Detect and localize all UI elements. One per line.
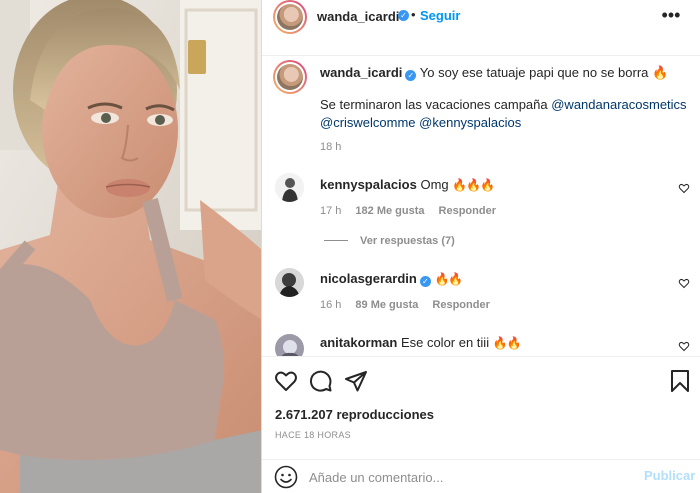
- caption-line2-text: Se terminaron las vacaciones campaña: [320, 97, 552, 112]
- caption-body: Yo soy ese tatuaje papi que no se borra: [419, 65, 649, 80]
- replies-line: [324, 240, 348, 241]
- post-header: wanda_icardi ✓ • Seguir •••: [262, 0, 700, 56]
- comment-likes[interactable]: 182 Me gusta: [355, 205, 424, 217]
- like-comment-heart-icon[interactable]: [678, 340, 690, 352]
- fire-emoji: 🔥🔥🔥: [452, 178, 495, 192]
- add-comment-bar: Publicar: [262, 459, 700, 493]
- like-comment-heart-icon[interactable]: [678, 277, 690, 289]
- comment-text-line: nicolasgerardin ✓ 🔥🔥: [320, 271, 463, 287]
- mention-link[interactable]: @kennyspalacios: [419, 115, 521, 130]
- mention-link[interactable]: @criswelcomme: [320, 115, 416, 130]
- comment-text-line: anitakorman Ese color en tiii 🔥🔥: [320, 335, 522, 350]
- comment-input[interactable]: [309, 467, 629, 487]
- commenter-avatar[interactable]: [275, 334, 304, 356]
- post-media[interactable]: [0, 0, 262, 493]
- more-options-icon[interactable]: •••: [658, 4, 684, 26]
- heart-icon[interactable]: [274, 369, 298, 393]
- commenter-avatar[interactable]: [275, 173, 304, 202]
- comment-likes[interactable]: 89 Me gusta: [355, 299, 418, 311]
- separator-dot: •: [411, 7, 416, 22]
- caption-line-2: Se terminaron las vacaciones campaña @wa…: [320, 96, 690, 132]
- comment-body: Ese color en tiii: [400, 335, 490, 350]
- caption-time[interactable]: 18 h: [320, 141, 341, 153]
- emoji-icon[interactable]: [274, 465, 298, 489]
- view-replies-button[interactable]: Ver respuestas (7): [324, 235, 455, 247]
- commenter-avatar[interactable]: [275, 268, 304, 297]
- comment-text-line: kennyspalacios Omg 🔥🔥🔥: [320, 177, 495, 192]
- reply-button[interactable]: Responder: [439, 205, 496, 217]
- caption-username[interactable]: wanda_icardi: [320, 65, 402, 80]
- verified-badge-icon: ✓: [398, 10, 409, 21]
- post-time-ago[interactable]: HACE 18 HORAS: [275, 430, 351, 440]
- comment-meta: 16 h 89 Me gusta Responder: [320, 299, 490, 311]
- fire-emoji: 🔥: [652, 65, 669, 80]
- profile-avatar[interactable]: [273, 0, 307, 34]
- fire-emoji: 🔥🔥: [492, 336, 522, 350]
- reply-button[interactable]: Responder: [432, 299, 489, 311]
- verified-badge-icon: ✓: [419, 276, 431, 287]
- comment-time[interactable]: 17 h: [320, 205, 341, 217]
- commenter-username[interactable]: anitakorman: [320, 335, 397, 350]
- fire-emoji: 🔥🔥: [434, 272, 463, 286]
- caption-text: wanda_icardi ✓ Yo soy ese tatuaje papi qu…: [320, 64, 680, 82]
- share-icon[interactable]: [344, 369, 368, 393]
- like-comment-heart-icon[interactable]: [678, 182, 690, 194]
- comments-section[interactable]: wanda_icardi ✓ Yo soy ese tatuaje papi qu…: [262, 56, 700, 356]
- commenter-username[interactable]: nicolasgerardin: [320, 271, 417, 286]
- caption-avatar[interactable]: [273, 60, 307, 94]
- caption: wanda_icardi ✓ Yo soy ese tatuaje papi qu…: [262, 56, 700, 156]
- publish-button[interactable]: Publicar: [644, 468, 695, 483]
- comment-meta: 17 h 182 Me gusta Responder: [320, 205, 496, 217]
- header-username[interactable]: wanda_icardi: [317, 9, 399, 24]
- bookmark-icon[interactable]: [668, 369, 692, 393]
- verified-badge-icon: ✓: [405, 70, 417, 81]
- post-actions: 2.671.207 reproducciones HACE 18 HORAS: [262, 356, 700, 446]
- mention-link[interactable]: @wandanaracosmetics: [551, 97, 686, 112]
- selfie-photo: [0, 0, 262, 493]
- comment-item: kennyspalacios Omg 🔥🔥🔥 17 h 182 Me gusta R…: [262, 168, 700, 264]
- comment-icon[interactable]: [309, 369, 333, 393]
- comment-item: nicolasgerardin ✓ 🔥🔥 16 h 89 Me gusta Respo…: [262, 263, 700, 333]
- comment-item: anitakorman Ese color en tiii 🔥🔥: [262, 331, 700, 356]
- commenter-username[interactable]: kennyspalacios: [320, 177, 417, 192]
- follow-button[interactable]: Seguir: [420, 8, 460, 23]
- view-replies-label: Ver respuestas (7): [360, 235, 455, 247]
- comment-body: Omg: [420, 177, 449, 192]
- comment-time[interactable]: 16 h: [320, 299, 341, 311]
- views-count[interactable]: 2.671.207 reproducciones: [275, 407, 434, 422]
